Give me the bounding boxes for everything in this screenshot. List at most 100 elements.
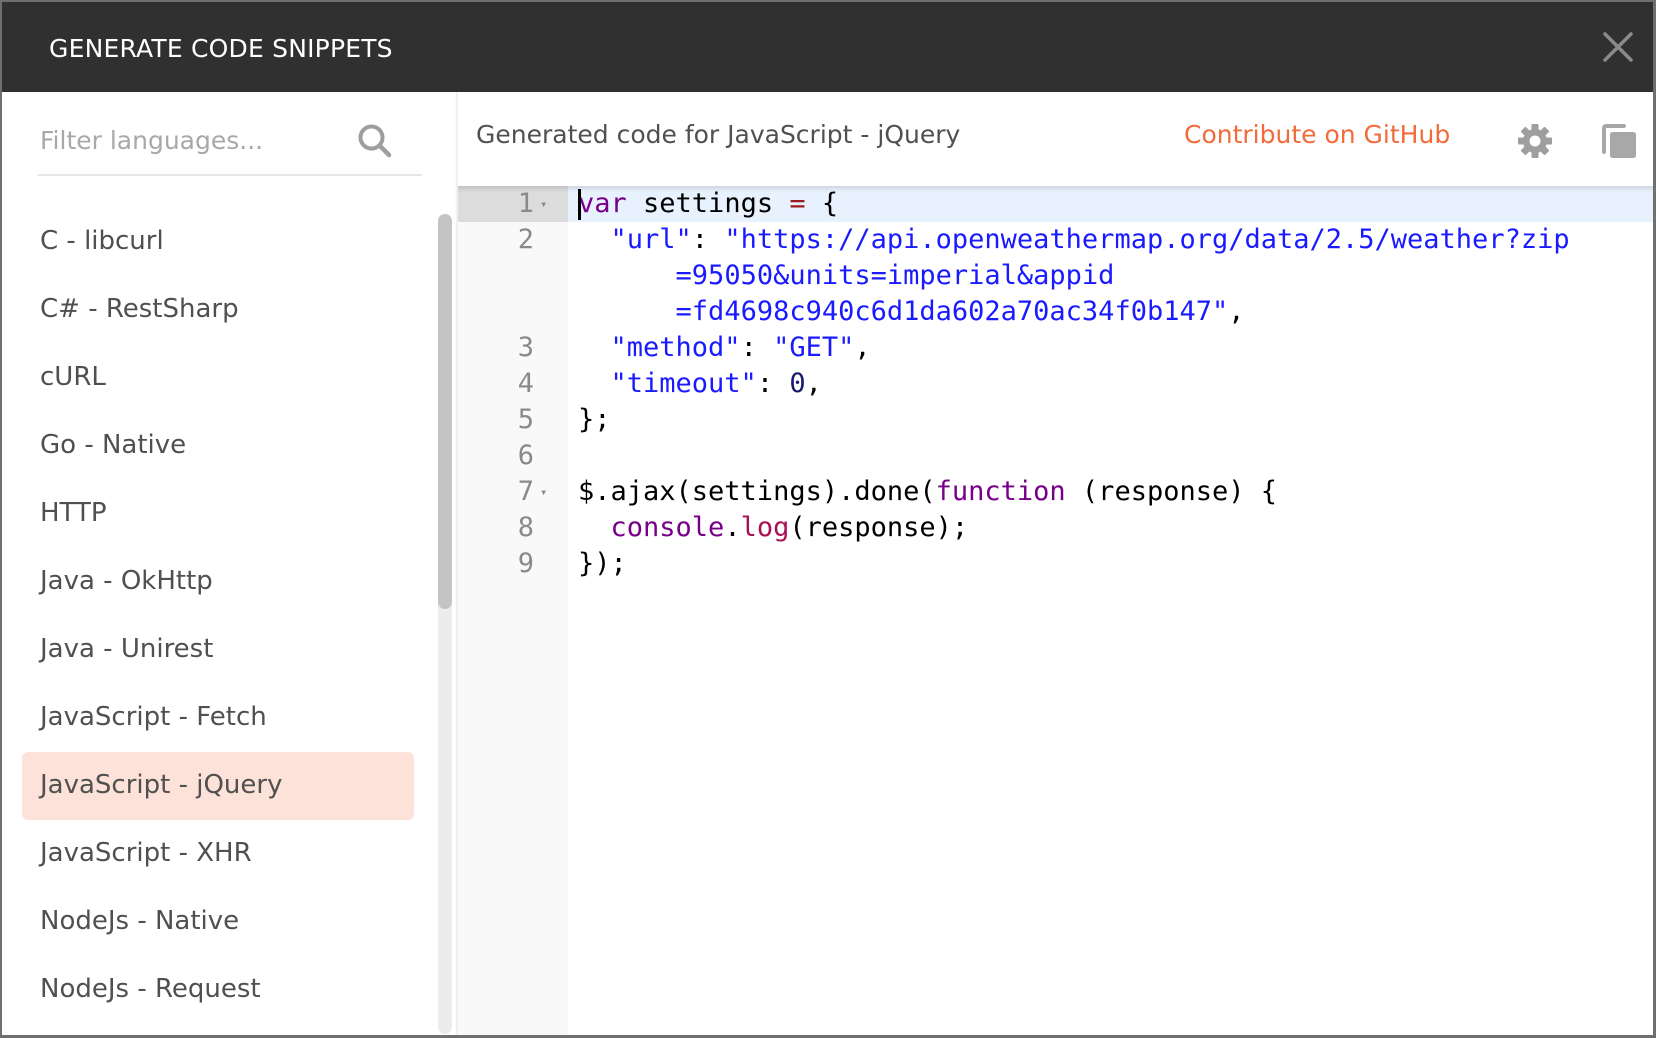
filter-languages-input[interactable] bbox=[40, 120, 340, 160]
text-cursor bbox=[578, 189, 581, 220]
code-token: =95050&units=imperial&appid bbox=[675, 260, 1115, 291]
code-line: 2 "url": "https://api.openweathermap.org… bbox=[458, 222, 1653, 258]
code-line: 5}; bbox=[458, 402, 1653, 438]
code-text: }; bbox=[578, 402, 611, 438]
language-item-label: C# - RestSharp bbox=[40, 294, 239, 324]
code-token: $.ajax(settings).done( bbox=[578, 476, 936, 507]
code-text: =fd4698c940c6d1da602a70ac34f0b147", bbox=[578, 294, 1245, 330]
line-number: 1 bbox=[517, 188, 534, 219]
code-token: : bbox=[691, 224, 725, 255]
settings-button[interactable] bbox=[1516, 122, 1554, 160]
language-item-label: JavaScript - Fetch bbox=[40, 702, 267, 732]
language-item[interactable]: Go - Native bbox=[22, 412, 414, 480]
code-token: , bbox=[1228, 296, 1245, 327]
code-text: }); bbox=[578, 546, 627, 582]
code-panel: Generated code for JavaScript - jQuery C… bbox=[458, 92, 1653, 1035]
language-item[interactable]: NodeJs - Native bbox=[22, 888, 414, 956]
line-number: 6 bbox=[517, 440, 534, 471]
dialog-title: GENERATE CODE SNIPPETS bbox=[49, 34, 393, 63]
close-button[interactable] bbox=[1601, 30, 1635, 64]
search-icon[interactable] bbox=[356, 122, 394, 160]
code-token: . bbox=[724, 512, 741, 543]
generated-code-title: Generated code for JavaScript - jQuery bbox=[476, 120, 961, 149]
language-item-label: JavaScript - jQuery bbox=[40, 770, 283, 800]
code-token: settings bbox=[626, 188, 790, 219]
language-item-label: Java - Unirest bbox=[40, 634, 214, 664]
code-text: =95050&units=imperial&appid bbox=[578, 258, 1115, 294]
close-icon bbox=[1603, 32, 1633, 62]
language-item[interactable]: NodeJs - Request bbox=[22, 956, 414, 1024]
code-line: =95050&units=imperial&appid bbox=[458, 258, 1653, 294]
scrollbar-thumb[interactable] bbox=[438, 214, 452, 609]
copy-button[interactable] bbox=[1600, 122, 1638, 160]
code-token: { bbox=[805, 188, 839, 219]
code-token: console bbox=[610, 512, 725, 543]
language-item[interactable]: HTTP bbox=[22, 480, 414, 548]
filter-languages-field bbox=[38, 112, 422, 176]
language-list-scrollbar[interactable] bbox=[438, 214, 452, 1034]
language-item-label: cURL bbox=[40, 362, 106, 392]
code-token: "url" bbox=[610, 224, 692, 255]
code-token: : bbox=[756, 368, 790, 399]
language-item-label: C - libcurl bbox=[40, 226, 164, 256]
code-token: : bbox=[740, 332, 774, 363]
generate-code-snippets-dialog: GENERATE CODE SNIPPETS C - libcurl C# - R… bbox=[2, 2, 1653, 1035]
code-token: }; bbox=[578, 404, 611, 435]
line-number: 7 bbox=[517, 476, 534, 507]
gear-icon bbox=[1518, 124, 1552, 158]
code-token: =fd4698c940c6d1da602a70ac34f0b147" bbox=[675, 296, 1229, 327]
code-line: 9}); bbox=[458, 546, 1653, 582]
contribute-github-link[interactable]: Contribute on GitHub bbox=[1184, 118, 1450, 152]
code-token: , bbox=[854, 332, 871, 363]
line-number: 2 bbox=[517, 224, 534, 255]
code-token: "timeout" bbox=[610, 368, 757, 399]
code-line: 4 "timeout": 0, bbox=[458, 366, 1653, 402]
code-token: log bbox=[740, 512, 790, 543]
code-text: console.log(response); bbox=[578, 510, 969, 546]
code-editor[interactable]: 1 ▾ var settings = {2 "url": "https://api.… bbox=[458, 186, 1653, 1035]
language-item[interactable]: JavaScript - Fetch bbox=[22, 684, 414, 752]
code-token: "GET" bbox=[773, 332, 855, 363]
code-text: var settings = { bbox=[578, 186, 838, 222]
code-token: (response); bbox=[789, 512, 969, 543]
language-item-label: NodeJs - Request bbox=[40, 974, 261, 1004]
code-line: 3 "method": "GET", bbox=[458, 330, 1653, 366]
line-number: 5 bbox=[517, 404, 534, 435]
code-token: "https://api.openweathermap.org/data/2.5… bbox=[724, 224, 1570, 255]
language-item-label: JavaScript - XHR bbox=[40, 838, 252, 868]
line-number: 4 bbox=[517, 368, 534, 399]
language-item[interactable]: cURL bbox=[22, 344, 414, 412]
language-item[interactable]: Java - OkHttp bbox=[22, 548, 414, 616]
code-token: , bbox=[805, 368, 822, 399]
language-item[interactable]: C# - RestSharp bbox=[22, 276, 414, 344]
code-token: var bbox=[578, 188, 627, 219]
language-item[interactable]: Java - Unirest bbox=[22, 616, 414, 684]
line-number: 9 bbox=[517, 548, 534, 579]
language-item[interactable]: C - libcurl bbox=[22, 208, 414, 276]
code-token: (response) { bbox=[1065, 476, 1277, 507]
language-item[interactable]: JavaScript - jQuery bbox=[22, 752, 414, 820]
dialog-titlebar: GENERATE CODE SNIPPETS bbox=[2, 2, 1653, 92]
code-line: 7 ▾ $.ajax(settings).done(function (respon… bbox=[458, 474, 1653, 510]
code-token: "method" bbox=[610, 332, 741, 363]
line-number: 8 bbox=[517, 512, 534, 543]
code-text: "timeout": 0, bbox=[578, 366, 822, 402]
code-line: 8 console.log(response); bbox=[458, 510, 1653, 546]
fold-arrow-icon[interactable]: ▾ bbox=[540, 186, 554, 222]
fold-arrow-icon[interactable]: ▾ bbox=[540, 474, 554, 510]
line-number: 3 bbox=[517, 332, 534, 363]
language-item-label: HTTP bbox=[40, 498, 107, 528]
copy-icon bbox=[1602, 124, 1636, 158]
code-line: 6 bbox=[458, 438, 1653, 474]
code-line: =fd4698c940c6d1da602a70ac34f0b147", bbox=[458, 294, 1653, 330]
language-item[interactable]: JavaScript - XHR bbox=[22, 820, 414, 888]
language-item-label: NodeJs - Native bbox=[40, 906, 240, 936]
language-item-label: Go - Native bbox=[40, 430, 187, 460]
code-token: function bbox=[935, 476, 1066, 507]
